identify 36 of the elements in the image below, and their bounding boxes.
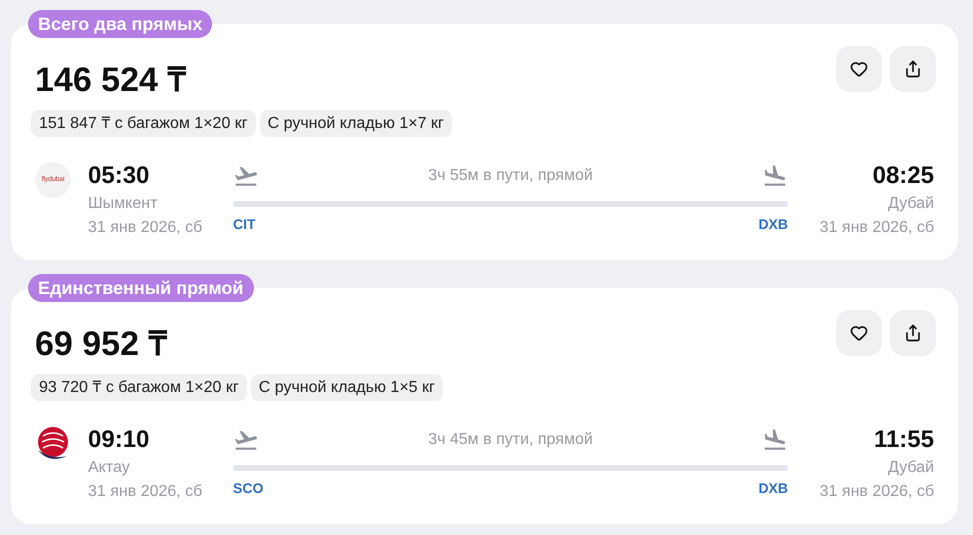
share-button[interactable] [890, 310, 936, 356]
landing-icon [762, 163, 788, 189]
departure-date: 31 янв 2026, сб [88, 482, 204, 502]
share-icon [904, 324, 922, 342]
arrival-date: 31 янв 2026, сб [820, 218, 934, 238]
airport-code: DXB [758, 479, 788, 498]
landing-icon [762, 427, 788, 453]
departure-date: 31 янв 2026, сб [88, 218, 204, 238]
favorite-button[interactable] [836, 310, 882, 356]
flight-duration: 3ч 45м в пути, прямой [428, 430, 593, 450]
heart-icon [850, 324, 868, 342]
airport-code: SCO [233, 479, 264, 498]
share-icon [904, 60, 922, 78]
airport-code: DXB [758, 215, 788, 234]
offer-badge: Единственный прямой [28, 274, 254, 302]
arrival-time: 11:55 [874, 425, 934, 455]
arrival-time: 08:25 [872, 161, 934, 191]
departure-time: 09:10 [88, 425, 150, 455]
arrival-city: Дубай [888, 194, 934, 214]
heart-icon [850, 60, 868, 78]
price: 146 524 ₸ [35, 60, 186, 101]
baggage-chip: 93 720 ₸ с багажом 1×20 кг [31, 374, 247, 401]
flight-duration: 3ч 55м в пути, прямой [428, 166, 593, 186]
baggage-chip: 151 847 ₸ с багажом 1×20 кг [31, 110, 256, 137]
airport-code: CIT [233, 215, 256, 234]
departure-time: 05:30 [88, 161, 150, 191]
arrival-city: Дубай [888, 458, 934, 478]
baggage-chip: С ручной кладью 1×7 кг [260, 110, 452, 137]
share-button[interactable] [890, 46, 936, 92]
favorite-button[interactable] [836, 46, 882, 92]
offer-badge: Всего два прямых [28, 10, 212, 38]
price: 69 952 ₸ [35, 324, 168, 365]
baggage-chip: С ручной кладью 1×5 кг [250, 374, 443, 401]
arrival-date: 31 янв 2026, сб [820, 482, 934, 502]
departure-city: Шымкент [88, 194, 158, 214]
departure-city: Актау [88, 458, 131, 478]
